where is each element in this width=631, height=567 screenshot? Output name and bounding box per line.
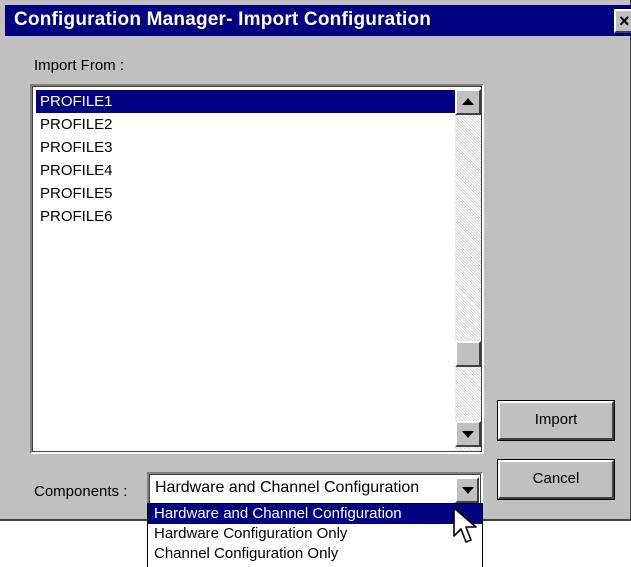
components-label: Components : — [34, 483, 128, 500]
scroll-thumb[interactable] — [455, 341, 481, 367]
components-selected-value: Hardware and Channel Configuration — [155, 479, 420, 496]
close-button[interactable]: × — [614, 9, 631, 33]
components-dropdown-list[interactable]: Hardware and Channel Configuration Hardw… — [147, 503, 483, 567]
components-dropdown-button[interactable] — [455, 477, 479, 503]
scroll-down-icon — [462, 431, 474, 438]
import-from-label: Import From : — [34, 57, 125, 74]
dropdown-option[interactable]: Channel Configuration Only — [148, 544, 482, 564]
list-item[interactable]: PROFILE4 — [36, 159, 455, 182]
window-title: Configuration Manager- Import Configurat… — [14, 9, 432, 30]
list-item[interactable]: PROFILE2 — [36, 113, 455, 136]
import-configuration-dialog: Configuration Manager- Import Configurat… — [0, 0, 631, 521]
title-bar: Configuration Manager- Import Configurat… — [5, 5, 631, 36]
profile-listbox[interactable]: PROFILE1 PROFILE2 PROFILE3 PROFILE4 PROF… — [30, 84, 484, 454]
list-scrollbar[interactable] — [455, 89, 481, 451]
dropdown-arrow-icon — [462, 487, 474, 494]
cancel-button[interactable]: Cancel — [497, 459, 615, 500]
import-button[interactable]: Import — [497, 400, 615, 441]
dropdown-option[interactable]: Hardware Configuration Only — [148, 524, 482, 544]
scroll-up-icon — [462, 98, 474, 105]
close-icon: × — [619, 11, 630, 31]
dropdown-option[interactable]: Hardware and Channel Configuration — [148, 504, 482, 524]
scroll-up-button[interactable] — [455, 89, 481, 115]
scroll-down-button[interactable] — [455, 421, 481, 447]
components-select[interactable]: Hardware and Channel Configuration — [147, 472, 483, 506]
mouse-pointer-icon — [453, 507, 477, 543]
list-item[interactable]: PROFILE6 — [36, 205, 455, 228]
list-item[interactable]: PROFILE3 — [36, 136, 455, 159]
list-item[interactable]: PROFILE1 — [36, 90, 455, 113]
list-item[interactable]: PROFILE5 — [36, 182, 455, 205]
